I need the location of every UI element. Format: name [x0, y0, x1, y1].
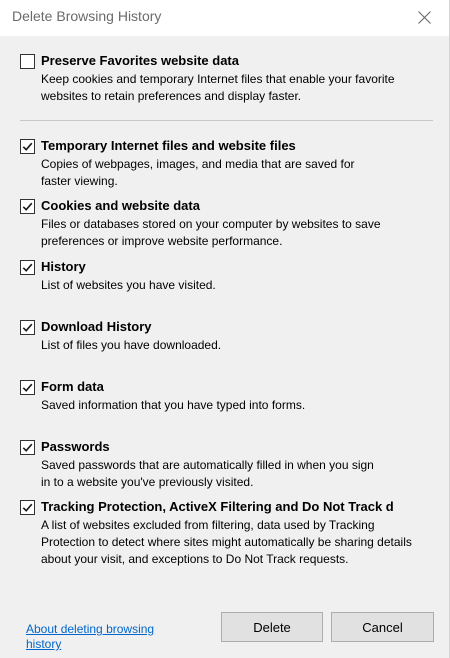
close-icon	[417, 10, 431, 24]
option-description: Saved information that you have typed in…	[41, 398, 306, 412]
option-description: Keep cookies and temporary Internet file…	[41, 72, 395, 103]
dialog-title: Delete Browsing History	[12, 8, 162, 24]
dialog-content: Preserve Favorites website data Keep coo…	[0, 36, 449, 658]
checkmark-icon	[22, 202, 33, 211]
option-description: List of files you have downloaded.	[41, 338, 222, 352]
delete-button[interactable]: Delete	[221, 612, 323, 642]
checkmark-icon	[22, 443, 33, 452]
option-description: Saved passwords that are automatically f…	[41, 458, 374, 489]
about-deleting-history-link[interactable]: About deleting browsing history	[26, 622, 154, 652]
tracking-protection-checkbox[interactable]	[20, 500, 35, 515]
cancel-button[interactable]: Cancel	[331, 612, 434, 642]
option-label: Temporary Internet files and website fil…	[41, 138, 296, 153]
close-button[interactable]	[405, 3, 443, 31]
download-history-checkbox[interactable]	[20, 320, 35, 335]
checkmark-icon	[22, 383, 33, 392]
option-label: Download History	[41, 319, 152, 334]
passwords-checkbox[interactable]	[20, 440, 35, 455]
option-description: List of websites you have visited.	[41, 278, 216, 292]
preserve-favorites-checkbox[interactable]	[20, 54, 35, 69]
history-checkbox[interactable]	[20, 260, 35, 275]
separator	[20, 120, 433, 121]
checkmark-icon	[22, 142, 33, 151]
option-label: Cookies and website data	[41, 198, 200, 213]
cookies-checkbox[interactable]	[20, 199, 35, 214]
option-description: Copies of webpages, images, and media th…	[41, 157, 355, 188]
option-label: Preserve Favorites website data	[41, 53, 239, 68]
option-label: History	[41, 259, 86, 274]
form-data-checkbox[interactable]	[20, 380, 35, 395]
checkmark-icon	[22, 263, 33, 272]
temporary-files-checkbox[interactable]	[20, 139, 35, 154]
option-label: Passwords	[41, 439, 110, 454]
checkmark-icon	[22, 323, 33, 332]
delete-browsing-history-dialog: Delete Browsing History Preserve Favorit…	[0, 0, 450, 658]
option-label: Form data	[41, 379, 104, 394]
option-description: Files or databases stored on your comput…	[41, 217, 381, 248]
option-description: A list of websites excluded from filteri…	[41, 518, 412, 566]
option-label: Tracking Protection, ActiveX Filtering a…	[41, 499, 394, 514]
checkmark-icon	[22, 503, 33, 512]
title-bar: Delete Browsing History	[0, 0, 449, 34]
